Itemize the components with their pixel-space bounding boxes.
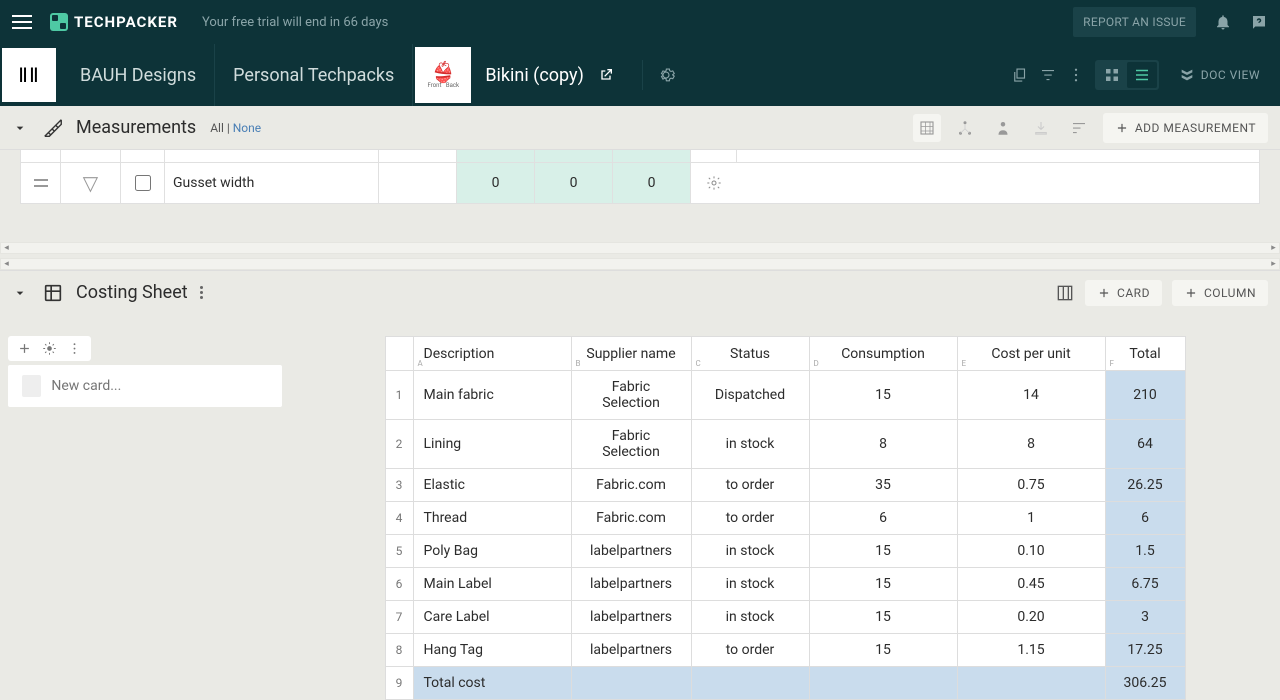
measurement-checkbox[interactable] bbox=[121, 163, 165, 203]
measurement-cell[interactable]: 0 bbox=[457, 163, 535, 203]
measurement-thumb[interactable]: ▽ bbox=[61, 163, 121, 203]
corner-cell bbox=[385, 337, 413, 371]
hierarchy-icon[interactable] bbox=[951, 114, 979, 142]
filter-icon[interactable] bbox=[1039, 66, 1057, 84]
measurement-cell[interactable] bbox=[379, 163, 457, 203]
breadcrumb-space[interactable]: Personal Techpacks bbox=[215, 44, 413, 106]
brand-name: TECHPACKER bbox=[74, 13, 178, 31]
card-thumb bbox=[22, 375, 41, 397]
breadcrumb-org[interactable]: BAUH Designs bbox=[62, 44, 215, 106]
help-icon[interactable] bbox=[1250, 13, 1268, 31]
menu-icon[interactable] bbox=[12, 10, 36, 34]
view-toggle bbox=[1095, 60, 1159, 90]
col-header[interactable]: StatusC bbox=[691, 337, 809, 371]
measurement-cell[interactable]: 0 bbox=[535, 163, 613, 203]
columns-icon[interactable] bbox=[1055, 283, 1075, 303]
h-scrollbar[interactable]: ◂▸ bbox=[0, 242, 1280, 254]
table-row[interactable]: 4ThreadFabric.comto order616 bbox=[385, 502, 1185, 535]
h-scrollbar[interactable]: ◂▸ bbox=[0, 258, 1280, 270]
grid-view-button[interactable] bbox=[1097, 62, 1127, 88]
col-header[interactable]: TotalF bbox=[1105, 337, 1185, 371]
report-issue-button[interactable]: REPORT AN ISSUE bbox=[1073, 7, 1196, 37]
measurements-filter: All | None bbox=[210, 121, 261, 135]
add-measurement-button[interactable]: ADD MEASUREMENT bbox=[1103, 113, 1268, 143]
add-card-button[interactable]: CARD bbox=[1085, 280, 1162, 306]
table-row[interactable]: 1Main fabricFabric SelectionDispatched15… bbox=[385, 371, 1185, 420]
download-icon[interactable] bbox=[1027, 114, 1055, 142]
table-icon[interactable] bbox=[913, 114, 941, 142]
brand-logo[interactable]: ⅡⅡ bbox=[2, 48, 56, 102]
plus-icon bbox=[1184, 286, 1198, 300]
gear-icon[interactable] bbox=[39, 338, 60, 359]
list-view-button[interactable] bbox=[1127, 62, 1157, 88]
measurement-cell[interactable]: 0 bbox=[613, 163, 691, 203]
sheet-icon bbox=[42, 282, 64, 304]
settings-icon[interactable] bbox=[657, 66, 675, 84]
collapse-icon[interactable] bbox=[12, 285, 28, 301]
add-icon[interactable] bbox=[14, 338, 35, 359]
open-external-icon[interactable] bbox=[598, 67, 614, 83]
card-tools bbox=[8, 336, 91, 361]
logo-icon bbox=[50, 13, 68, 31]
table-row[interactable]: 7Care Labellabelpartnersin stock150.203 bbox=[385, 601, 1185, 634]
more-icon[interactable] bbox=[200, 286, 204, 299]
trial-notice: Your free trial will end in 66 days bbox=[202, 15, 388, 30]
sort-icon[interactable] bbox=[1065, 114, 1093, 142]
more-icon[interactable] bbox=[1067, 66, 1085, 84]
col-header[interactable]: Cost per unitE bbox=[957, 337, 1105, 371]
table-row[interactable]: 3ElasticFabric.comto order350.7526.25 bbox=[385, 469, 1185, 502]
table-row[interactable]: 8Hang Taglabelpartnersto order151.1517.2… bbox=[385, 634, 1185, 667]
copy-icon[interactable] bbox=[1011, 66, 1029, 84]
measurements-title: Measurements bbox=[76, 117, 196, 138]
col-header[interactable]: DescriptionA bbox=[413, 337, 571, 371]
person-icon[interactable] bbox=[989, 114, 1017, 142]
costing-title: Costing Sheet bbox=[76, 282, 188, 303]
item-thumbnail[interactable]: 👙 Front Back bbox=[415, 47, 471, 103]
col-header[interactable]: ConsumptionD bbox=[809, 337, 957, 371]
plus-icon bbox=[1097, 286, 1111, 300]
new-card[interactable] bbox=[8, 365, 282, 407]
col-header[interactable]: Supplier nameB bbox=[571, 337, 691, 371]
total-row: 9Total cost306.25 bbox=[385, 667, 1185, 700]
costing-table: DescriptionA Supplier nameB StatusC Cons… bbox=[385, 336, 1186, 700]
table-row[interactable]: 2LiningFabric Selectionin stock8864 bbox=[385, 420, 1185, 469]
measurements-icon bbox=[42, 117, 64, 139]
table-row[interactable]: 6Main Labellabelpartnersin stock150.456.… bbox=[385, 568, 1185, 601]
new-card-input[interactable] bbox=[51, 378, 268, 394]
measurement-name[interactable]: Gusset width bbox=[165, 163, 379, 203]
drag-handle[interactable] bbox=[21, 163, 61, 203]
add-column-button[interactable]: COLUMN bbox=[1172, 280, 1268, 306]
measurement-row: ▽ Gusset width 0 0 0 bbox=[20, 162, 1260, 204]
more-icon[interactable] bbox=[64, 338, 85, 359]
doc-view-button[interactable]: DOC VIEW bbox=[1169, 61, 1270, 89]
bell-icon[interactable] bbox=[1214, 13, 1232, 31]
filter-none-link[interactable]: None bbox=[233, 121, 261, 135]
table-row[interactable]: 5Poly Baglabelpartnersin stock150.101.5 bbox=[385, 535, 1185, 568]
plus-icon bbox=[1115, 121, 1129, 135]
row-settings[interactable] bbox=[691, 163, 737, 203]
logo[interactable]: TECHPACKER bbox=[50, 13, 178, 31]
breadcrumb-item[interactable]: Bikini (copy) bbox=[471, 65, 598, 86]
collapse-icon[interactable] bbox=[12, 120, 28, 136]
